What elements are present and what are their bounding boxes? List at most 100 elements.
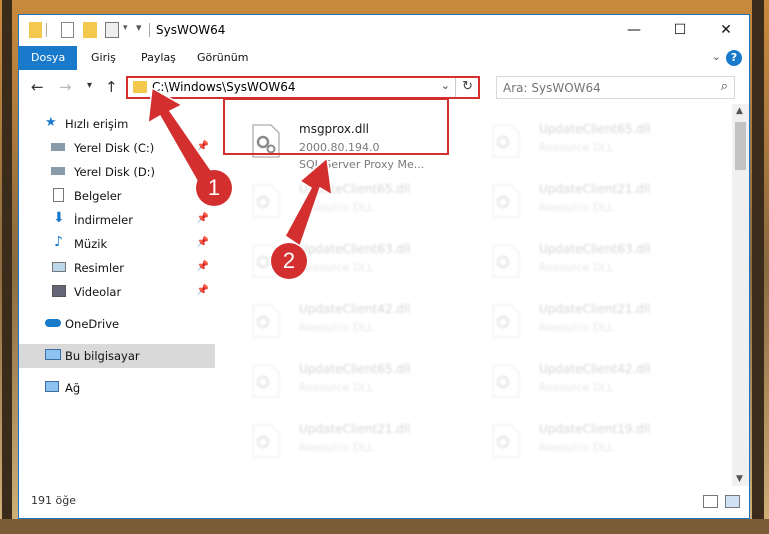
dll-file-icon	[492, 304, 520, 338]
dll-file-icon	[492, 244, 520, 278]
file-name: UpdateClient65.dll	[299, 182, 411, 196]
pictures-icon	[52, 262, 66, 272]
properties-icon[interactable]	[61, 22, 74, 38]
divider	[46, 23, 47, 37]
up-arrow-icon[interactable]: ↑	[105, 78, 118, 96]
sidebar-item-label: Yerel Disk (D:)	[74, 165, 156, 179]
title-bar: ▾ ▾ SysWOW64 — ☐ ✕	[19, 15, 749, 46]
pin-icon: 📌	[196, 285, 209, 296]
chevron-down-icon[interactable]: ▾	[123, 23, 128, 39]
search-box[interactable]: ⌕	[496, 76, 735, 99]
divider	[149, 23, 150, 37]
file-description: Resource DLL	[299, 201, 374, 214]
step-1-callout: 1	[196, 170, 232, 206]
pin-icon: 📌	[196, 213, 209, 224]
sidebar-item-music[interactable]: ♪ Müzik 📌	[19, 232, 215, 256]
dll-file-icon	[252, 304, 280, 338]
ribbon-tabs: Dosya Giriş Paylaş Görünüm ⌄ ?	[19, 46, 749, 70]
music-icon: ♪	[54, 234, 63, 250]
sidebar-item-label: Videolar	[74, 285, 122, 299]
recent-locations-icon[interactable]: ▾	[87, 80, 92, 91]
divider	[455, 78, 456, 97]
file-item[interactable]: UpdateClient63.dll Resource DLL	[485, 234, 715, 290]
tab-share[interactable]: Paylaş	[129, 46, 188, 70]
sidebar-item-quick-access[interactable]: ★ Hızlı erişim	[19, 112, 215, 136]
file-item[interactable]: UpdateClient21.dll Resource DLL	[485, 294, 715, 350]
sidebar-item-label: Müzik	[74, 237, 108, 251]
status-bar: 191 öğe	[19, 486, 749, 518]
folder-icon	[29, 22, 42, 38]
network-icon	[45, 381, 59, 392]
sidebar-item-pictures[interactable]: Resimler 📌	[19, 256, 215, 280]
sidebar-item-local-disk-c[interactable]: Yerel Disk (C:) 📌	[19, 136, 215, 160]
tab-file[interactable]: Dosya	[19, 46, 78, 70]
file-name: UpdateClient65.dll	[299, 362, 411, 376]
customize-quick-access-icon[interactable]: ▾	[136, 21, 142, 37]
tab-view[interactable]: Görünüm	[185, 46, 260, 70]
sidebar-item-label: OneDrive	[65, 317, 120, 331]
chevron-down-icon[interactable]: ⌄	[441, 79, 450, 92]
download-icon: ⬇	[53, 210, 65, 226]
close-button[interactable]: ✕	[703, 15, 749, 46]
highlight-box	[223, 98, 449, 155]
expand-ribbon-icon[interactable]: ⌄	[712, 50, 721, 63]
file-description: Resource DLL	[539, 261, 614, 274]
sidebar-item-downloads[interactable]: ⬇ İndirmeler 📌	[19, 208, 215, 232]
maximize-button[interactable]: ☐	[657, 15, 703, 46]
dll-file-icon	[492, 184, 520, 218]
sidebar-item-label: Resimler	[74, 261, 124, 275]
details-view-icon[interactable]	[703, 495, 718, 508]
large-icons-view-icon[interactable]	[725, 495, 740, 508]
new-folder-icon[interactable]	[83, 22, 97, 38]
file-item[interactable]: UpdateClient65.dll Resource DLL	[485, 114, 715, 170]
file-name: UpdateClient21.dll	[539, 182, 651, 196]
scroll-thumb[interactable]	[735, 122, 746, 170]
drive-icon	[51, 167, 65, 175]
dll-file-icon	[492, 424, 520, 458]
vertical-scrollbar[interactable]: ▲ ▼	[732, 104, 749, 486]
file-description: Resource DLL	[299, 441, 374, 454]
forward-arrow-icon[interactable]: →	[59, 78, 72, 96]
back-arrow-icon[interactable]: ←	[31, 78, 44, 96]
file-item[interactable]: UpdateClient21.dll Resource DLL	[245, 414, 475, 470]
file-item[interactable]: UpdateClient42.dll Resource DLL	[245, 294, 475, 350]
scroll-up-icon[interactable]: ▲	[736, 106, 743, 116]
file-description: Resource DLL	[299, 321, 374, 334]
address-bar[interactable]: C:\Windows\SysWOW64 ⌄ ↻	[126, 76, 480, 99]
sidebar-item-videos[interactable]: Videolar 📌	[19, 280, 215, 304]
sidebar-item-local-disk-d[interactable]: Yerel Disk (D:)	[19, 160, 215, 184]
search-icon[interactable]: ⌕	[721, 79, 728, 94]
help-icon[interactable]: ?	[726, 50, 742, 66]
minimize-button[interactable]: —	[611, 15, 657, 46]
computer-icon	[45, 349, 61, 360]
cloud-icon	[45, 319, 61, 327]
file-item[interactable]: UpdateClient42.dll Resource DLL	[485, 354, 715, 410]
sidebar-item-label: İndirmeler	[74, 213, 133, 227]
file-list: msgprox.dll 2000.80.194.0 SQL Server Pro…	[233, 104, 733, 486]
file-item[interactable]: UpdateClient21.dll Resource DLL	[485, 174, 715, 230]
explorer-window: ▾ ▾ SysWOW64 — ☐ ✕ Dosya Giriş Paylaş Gö…	[18, 14, 750, 519]
file-item[interactable]: UpdateClient65.dll Resource DLL	[245, 354, 475, 410]
tab-home[interactable]: Giriş	[79, 46, 128, 70]
pin-icon: 📌	[196, 141, 209, 152]
sidebar-item-label: Bu bilgisayar	[65, 349, 140, 363]
pin-icon: 📌	[196, 261, 209, 272]
folder-icon	[133, 81, 147, 93]
file-item[interactable]: UpdateClient65.dll Resource DLL	[245, 174, 475, 230]
refresh-icon[interactable]: ↻	[462, 79, 473, 94]
file-description: Resource DLL	[539, 321, 614, 334]
search-input[interactable]	[503, 79, 703, 96]
view-icon[interactable]	[105, 22, 119, 38]
sidebar-item-network[interactable]: Ağ	[19, 376, 215, 400]
address-path: C:\Windows\SysWOW64	[152, 80, 296, 94]
file-name: UpdateClient63.dll	[539, 242, 651, 256]
sidebar-item-documents[interactable]: Belgeler	[19, 184, 215, 208]
step-2-callout: 2	[271, 243, 307, 279]
file-item[interactable]: UpdateClient19.dll Resource DLL	[485, 414, 715, 470]
file-description: Resource DLL	[539, 441, 614, 454]
sidebar-item-this-pc[interactable]: Bu bilgisayar	[19, 344, 215, 368]
file-description: Resource DLL	[539, 201, 614, 214]
scroll-down-icon[interactable]: ▼	[736, 474, 743, 484]
sidebar-item-onedrive[interactable]: OneDrive	[19, 312, 215, 336]
dll-file-icon	[252, 184, 280, 218]
